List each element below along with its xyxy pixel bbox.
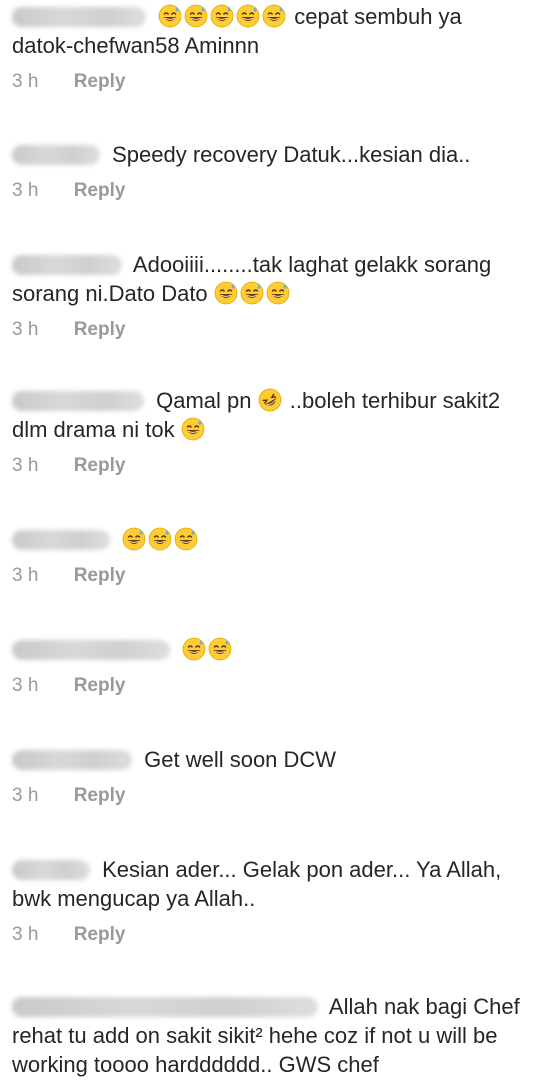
comment-text xyxy=(12,635,522,664)
reply-button[interactable]: Reply xyxy=(74,675,126,696)
comment-timestamp: 3 h xyxy=(12,180,39,201)
reply-button[interactable]: Reply xyxy=(74,319,126,340)
blurred-username[interactable] xyxy=(12,640,170,660)
grinning-face-with-sweat-icon xyxy=(266,281,290,305)
blurred-username[interactable] xyxy=(12,860,90,880)
grinning-face-with-sweat-icon xyxy=(182,637,206,661)
comment-item: cepat sembuh ya datok-chefwan58 Aminnn 3… xyxy=(12,2,522,94)
comment-text: Speedy recovery Datuk...kesian dia.. xyxy=(12,140,522,169)
grinning-face-with-sweat-icon xyxy=(158,4,182,28)
blurred-username[interactable] xyxy=(12,530,110,550)
blurred-username[interactable] xyxy=(12,997,318,1017)
comment-item: 3 h Reply xyxy=(12,525,522,588)
grinning-face-with-sweat-icon xyxy=(148,527,172,551)
comment-text: Kesian ader... Gelak pon ader... Ya Alla… xyxy=(12,855,522,913)
comment-meta: 3 h Reply xyxy=(12,784,522,808)
grinning-face-with-sweat-icon xyxy=(184,4,208,28)
comment-timestamp: 3 h xyxy=(12,565,39,586)
rolling-on-floor-laughing-icon xyxy=(258,388,282,412)
comment-meta: 3 h Reply xyxy=(12,674,522,698)
comment-meta: 3 h Reply xyxy=(12,564,522,588)
grinning-face-with-sweat-icon xyxy=(262,4,286,28)
reply-button[interactable]: Reply xyxy=(74,71,126,92)
reply-button[interactable]: Reply xyxy=(74,180,126,201)
reply-button[interactable]: Reply xyxy=(74,785,126,806)
comment-timestamp: 3 h xyxy=(12,924,39,945)
grinning-face-with-sweat-icon xyxy=(240,281,264,305)
reply-button[interactable]: Reply xyxy=(74,924,126,945)
comment-text: Get well soon DCW xyxy=(12,745,522,774)
comment-timestamp: 3 h xyxy=(12,785,39,806)
comment-body: Speedy recovery Datuk...kesian dia.. xyxy=(112,142,471,167)
comment-body: Get well soon DCW xyxy=(144,747,337,772)
comment-timestamp: 3 h xyxy=(12,71,39,92)
comment-text: Allah nak bagi Chef rehat tu add on saki… xyxy=(12,992,522,1079)
comment-item: Qamal pn ..boleh terhibur sakit2 dlm dra… xyxy=(12,386,522,478)
grinning-face-with-sweat-icon xyxy=(208,637,232,661)
comment-item: Speedy recovery Datuk...kesian dia.. 3 h… xyxy=(12,140,522,203)
blurred-username[interactable] xyxy=(12,255,122,275)
grinning-face-with-sweat-icon xyxy=(236,4,260,28)
grinning-face-with-sweat-icon xyxy=(174,527,198,551)
comment-text: Qamal pn ..boleh terhibur sakit2 dlm dra… xyxy=(12,386,522,444)
comment-text: Adooiiii........tak laghat gelakk sorang… xyxy=(12,250,522,308)
comment-item: Adooiiii........tak laghat gelakk sorang… xyxy=(12,250,522,342)
comment-body: Qamal pn xyxy=(156,388,252,413)
comment-meta: 3 h Reply xyxy=(12,179,522,203)
comment-timestamp: 3 h xyxy=(12,455,39,476)
comment-meta: 3 h Reply xyxy=(12,70,522,94)
reply-button[interactable]: Reply xyxy=(74,565,126,586)
blurred-username[interactable] xyxy=(12,391,144,411)
comment-item: 3 h Reply xyxy=(12,635,522,698)
comment-meta: 3 h Reply xyxy=(12,454,522,478)
comment-item: Get well soon DCW 3 h Reply xyxy=(12,745,522,808)
grinning-face-with-sweat-icon xyxy=(210,4,234,28)
comment-item: Kesian ader... Gelak pon ader... Ya Alla… xyxy=(12,855,522,947)
grinning-face-with-sweat-icon xyxy=(214,281,238,305)
reply-button[interactable]: Reply xyxy=(74,455,126,476)
comment-timestamp: 3 h xyxy=(12,675,39,696)
blurred-username[interactable] xyxy=(12,7,146,27)
blurred-username[interactable] xyxy=(12,145,100,165)
comment-text xyxy=(12,525,522,554)
comment-meta: 3 h Reply xyxy=(12,318,522,342)
comment-item: Allah nak bagi Chef rehat tu add on saki… xyxy=(12,992,522,1079)
comment-timestamp: 3 h xyxy=(12,319,39,340)
comment-text: cepat sembuh ya datok-chefwan58 Aminnn xyxy=(12,2,522,60)
grinning-face-with-sweat-icon xyxy=(122,527,146,551)
blurred-username[interactable] xyxy=(12,750,132,770)
comment-meta: 3 h Reply xyxy=(12,923,522,947)
grinning-face-with-sweat-icon xyxy=(181,417,205,441)
